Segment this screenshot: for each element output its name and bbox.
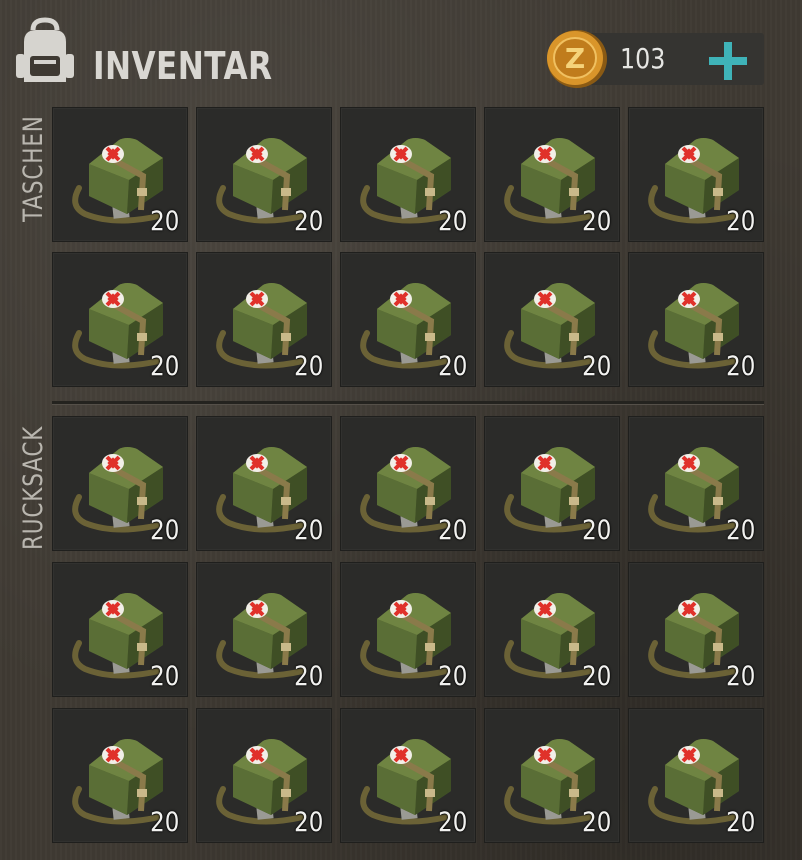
rucksack-grid: 20 20 20 20 20 20 20 20 20 20 20 20 20 2… xyxy=(52,416,764,843)
inventory-slot[interactable]: 20 xyxy=(484,562,620,697)
item-count: 20 xyxy=(581,661,611,692)
item-count: 20 xyxy=(149,206,179,237)
inventory-slot[interactable]: 20 xyxy=(340,416,476,551)
item-count: 20 xyxy=(437,661,467,692)
item-count: 20 xyxy=(149,515,179,546)
item-count: 20 xyxy=(725,807,755,838)
item-count: 20 xyxy=(293,351,323,382)
item-count: 20 xyxy=(437,515,467,546)
inventory-slot[interactable]: 20 xyxy=(484,107,620,242)
inventory-slot[interactable]: 20 xyxy=(484,708,620,843)
coin-letter: Z xyxy=(565,42,585,75)
item-count: 20 xyxy=(437,351,467,382)
section-label-rucksack: RUCKSACK xyxy=(18,425,49,550)
item-count: 20 xyxy=(725,206,755,237)
inventory-slot[interactable]: 20 xyxy=(52,562,188,697)
inventory-slot[interactable]: 20 xyxy=(52,416,188,551)
page-title: INVENTAR xyxy=(93,44,273,88)
item-count: 20 xyxy=(581,515,611,546)
item-count: 20 xyxy=(725,351,755,382)
inventory-slot[interactable]: 20 xyxy=(52,107,188,242)
section-label-taschen: TASCHEN xyxy=(18,115,49,222)
item-count: 20 xyxy=(437,206,467,237)
inventory-slot[interactable]: 20 xyxy=(628,252,764,387)
section-divider xyxy=(52,401,764,405)
item-count: 20 xyxy=(149,351,179,382)
item-count: 20 xyxy=(725,515,755,546)
item-count: 20 xyxy=(581,206,611,237)
inventory-slot[interactable]: 20 xyxy=(196,708,332,843)
backpack-icon xyxy=(16,17,74,82)
item-count: 20 xyxy=(293,661,323,692)
item-count: 20 xyxy=(293,807,323,838)
plus-icon xyxy=(709,42,747,80)
item-count: 20 xyxy=(581,807,611,838)
inventory-slot[interactable]: 20 xyxy=(196,416,332,551)
inventory-slot[interactable]: 20 xyxy=(484,252,620,387)
item-count: 20 xyxy=(581,351,611,382)
add-coins-button[interactable] xyxy=(707,40,749,82)
inventory-slot[interactable]: 20 xyxy=(52,252,188,387)
coin-count: 103 xyxy=(620,42,666,75)
inventory-header: INVENTAR Z 103 xyxy=(0,0,802,100)
item-count: 20 xyxy=(437,807,467,838)
inventory-slot[interactable]: 20 xyxy=(628,708,764,843)
inventory-slot[interactable]: 20 xyxy=(340,708,476,843)
inventory-slot[interactable]: 20 xyxy=(628,416,764,551)
item-count: 20 xyxy=(149,807,179,838)
inventory-slot[interactable]: 20 xyxy=(196,252,332,387)
item-count: 20 xyxy=(149,661,179,692)
inventory-slot[interactable]: 20 xyxy=(340,562,476,697)
inventory-slot[interactable]: 20 xyxy=(484,416,620,551)
inventory-slot[interactable]: 20 xyxy=(628,562,764,697)
item-count: 20 xyxy=(293,515,323,546)
inventory-slot[interactable]: 20 xyxy=(628,107,764,242)
inventory-slot[interactable]: 20 xyxy=(340,252,476,387)
inventory-slot[interactable]: 20 xyxy=(52,708,188,843)
item-count: 20 xyxy=(725,661,755,692)
taschen-grid: 20 20 20 20 20 20 20 20 20 20 xyxy=(52,107,764,387)
inventory-slot[interactable]: 20 xyxy=(196,107,332,242)
coin-icon: Z xyxy=(547,30,607,88)
inventory-slot[interactable]: 20 xyxy=(340,107,476,242)
item-count: 20 xyxy=(293,206,323,237)
inventory-slot[interactable]: 20 xyxy=(196,562,332,697)
